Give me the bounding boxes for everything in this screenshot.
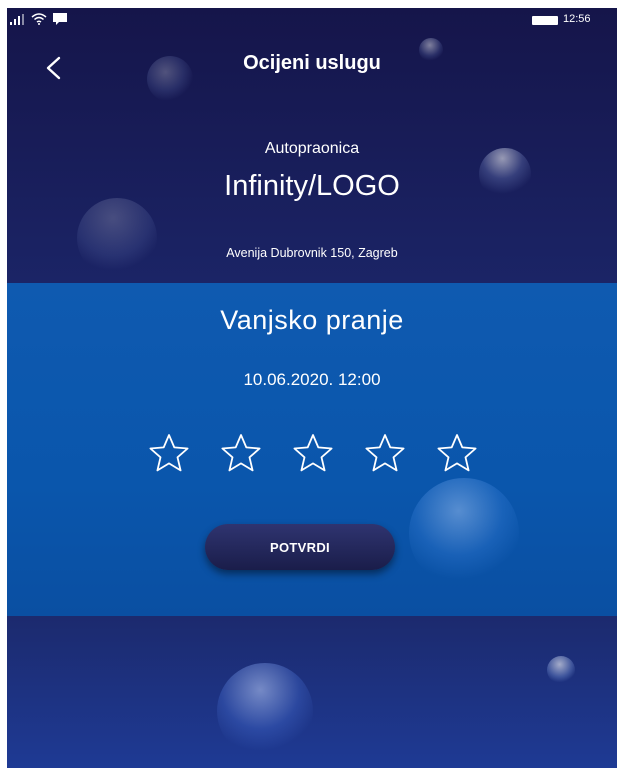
- star-outline-icon[interactable]: [220, 433, 262, 473]
- status-bar: 12:56: [7, 8, 617, 34]
- page-title: Ocijeni uslugu: [243, 52, 381, 74]
- battery-icon: [532, 16, 558, 25]
- confirm-button[interactable]: POTVRDI: [205, 524, 395, 570]
- footer-section: [7, 616, 617, 768]
- signal-icon: [10, 14, 24, 25]
- star-outline-icon[interactable]: [148, 433, 190, 473]
- star-outline-icon[interactable]: [292, 433, 334, 473]
- business-category: Autopraonica: [264, 140, 360, 157]
- business-address: Avenija Dubrovnik 150, Zagreb: [226, 246, 398, 260]
- message-icon: [53, 13, 67, 25]
- star-outline-icon[interactable]: [436, 433, 478, 473]
- rating-stars: [148, 433, 478, 475]
- status-time: 12:56: [563, 13, 591, 25]
- wifi-icon: [31, 13, 47, 25]
- service-name: Vanjsko pranje: [220, 305, 404, 335]
- app-screen: 12:56 Ocijeni uslugu Autopraonica Infini…: [7, 8, 617, 768]
- service-datetime: 10.06.2020. 12:00: [243, 370, 381, 389]
- business-name: Infinity/LOGO: [224, 170, 400, 202]
- star-outline-icon[interactable]: [364, 433, 406, 473]
